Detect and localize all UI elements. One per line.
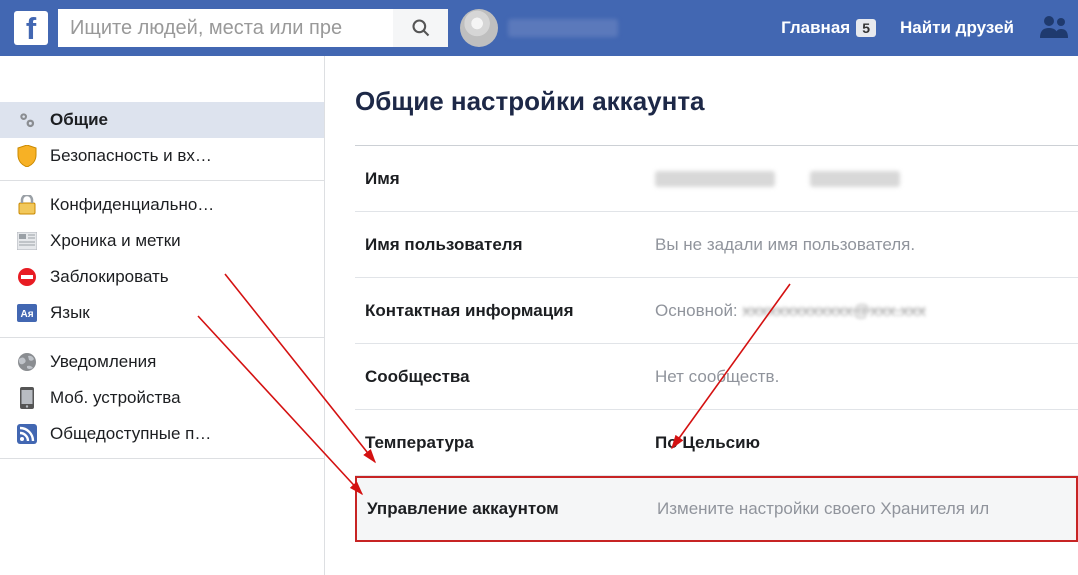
setting-row-temperature[interactable]: ТемператураПо Цельсию (355, 410, 1078, 476)
sidebar-item-label: Общедоступные п… (50, 424, 211, 444)
search-input[interactable] (58, 9, 393, 47)
profile-name-blurred[interactable] (508, 19, 618, 37)
lock-icon (16, 194, 38, 216)
setting-row-networks[interactable]: СообществаНет сообществ. (355, 344, 1078, 410)
nav-find-friends[interactable]: Найти друзей (888, 0, 1026, 56)
setting-value: Вы не задали имя пользователя. (655, 235, 915, 255)
settings-main: Общие настройки аккаунта Имя Имя пользов… (325, 56, 1078, 575)
sidebar-item-security[interactable]: Безопасность и вх… (0, 138, 324, 174)
sidebar-item-public[interactable]: Общедоступные п… (0, 416, 324, 452)
svg-text:Ая: Ая (20, 309, 33, 320)
setting-row-contact[interactable]: Контактная информацияОсновной: xxxxxxxxx… (355, 278, 1078, 344)
shield-icon (16, 145, 38, 167)
setting-label: Контактная информация (365, 301, 655, 321)
setting-label: Имя пользователя (365, 235, 655, 255)
sidebar-item-label: Хроника и метки (50, 231, 181, 251)
settings-table: Имя Имя пользователяВы не задали имя пол… (355, 145, 1078, 542)
newspaper-icon (16, 230, 38, 252)
avatar[interactable] (460, 9, 498, 47)
sidebar-item-label: Общие (50, 110, 108, 130)
sidebar-item-blocking[interactable]: Заблокировать (0, 259, 324, 295)
setting-row-username[interactable]: Имя пользователяВы не задали имя пользов… (355, 212, 1078, 278)
facebook-logo[interactable]: f (14, 11, 48, 45)
setting-value: Измените настройки своего Хранителя ил (657, 499, 989, 519)
sidebar-item-label: Уведомления (50, 352, 156, 372)
sidebar-item-notifications[interactable]: Уведомления (0, 344, 324, 380)
page-title: Общие настройки аккаунта (355, 86, 1078, 117)
globe-icon (16, 351, 38, 373)
search-wrap (58, 9, 448, 47)
search-button[interactable] (393, 9, 448, 47)
rss-icon (16, 423, 38, 445)
nav-home[interactable]: Главная 5 (769, 0, 888, 56)
gear-icon (16, 109, 38, 131)
settings-sidebar: Общие Безопасность и вх… Конфиденциально… Х… (0, 56, 325, 575)
sidebar-item-label: Моб. устройства (50, 388, 181, 408)
setting-value: Нет сообществ. (655, 367, 779, 387)
mobile-icon (16, 387, 38, 409)
setting-label: Температура (365, 433, 655, 453)
setting-label: Сообщества (365, 367, 655, 387)
sidebar-item-mobile[interactable]: Моб. устройства (0, 380, 324, 416)
sidebar-item-language[interactable]: Ая Язык (0, 295, 324, 331)
sidebar-item-timeline[interactable]: Хроника и метки (0, 223, 324, 259)
sidebar-item-label: Безопасность и вх… (50, 146, 212, 166)
search-icon (411, 18, 431, 38)
nav-home-badge: 5 (856, 19, 876, 37)
friend-requests-icon[interactable] (1040, 14, 1068, 42)
setting-label: Имя (365, 169, 655, 189)
sidebar-item-general[interactable]: Общие (0, 102, 324, 138)
nav-find-friends-label: Найти друзей (900, 18, 1014, 38)
setting-value: По Цельсию (655, 433, 760, 453)
setting-label: Управление аккаунтом (367, 499, 657, 519)
language-icon: Ая (16, 302, 38, 324)
sidebar-item-label: Язык (50, 303, 90, 323)
sidebar-item-label: Заблокировать (50, 267, 169, 287)
nav-home-label: Главная (781, 18, 850, 38)
sidebar-item-privacy[interactable]: Конфиденциально… (0, 187, 324, 223)
block-icon (16, 266, 38, 288)
setting-row-manage[interactable]: Управление аккаунтомИзмените настройки с… (355, 476, 1078, 542)
setting-value (655, 169, 900, 189)
top-navbar: f Главная 5 Найти друзей (0, 0, 1078, 56)
setting-value: Основной: xxxxxxxxxxxxx@xxx.xxx (655, 301, 926, 321)
setting-row-name[interactable]: Имя (355, 146, 1078, 212)
sidebar-item-label: Конфиденциально… (50, 195, 214, 215)
nav-right: Главная 5 Найти друзей (769, 0, 1068, 56)
